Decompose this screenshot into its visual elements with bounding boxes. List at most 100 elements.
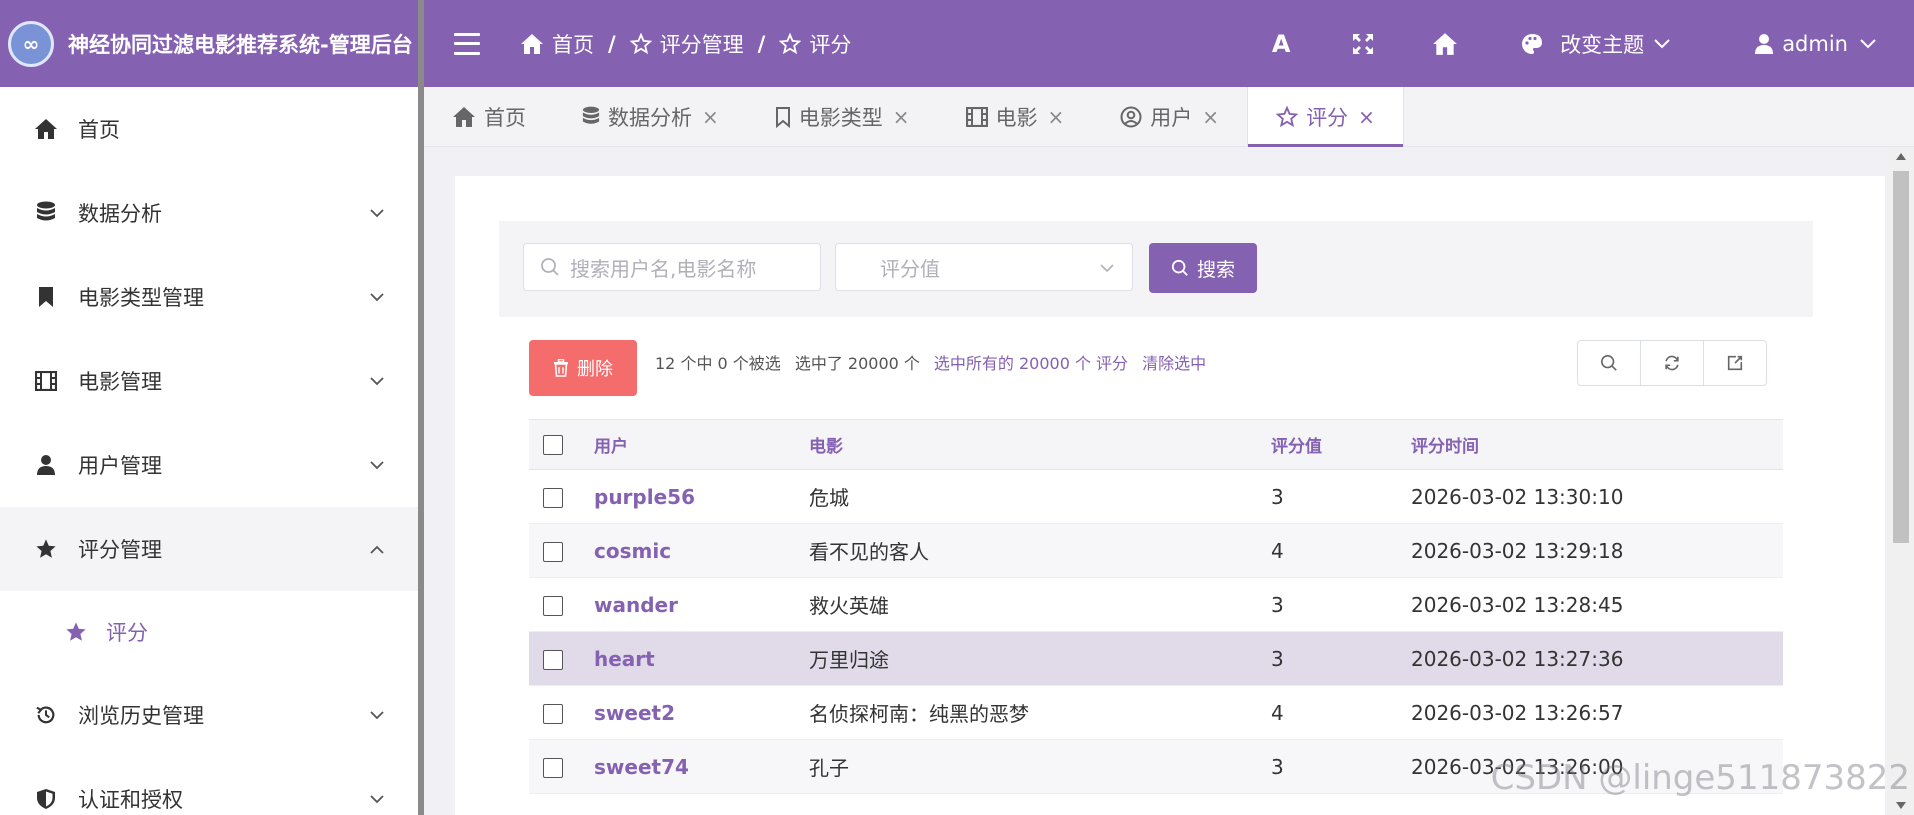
- star-outline-icon: [629, 32, 652, 54]
- sidebar-item-user[interactable]: 用户管理: [0, 423, 420, 507]
- toggle-search-button[interactable]: [1578, 341, 1641, 385]
- row-checkbox[interactable]: [543, 596, 563, 616]
- row-checkbox[interactable]: [543, 650, 563, 670]
- tab-home[interactable]: 首页: [424, 87, 554, 146]
- tab-label: 数据分析: [608, 105, 692, 130]
- cell-movie: 看不见的客人: [809, 523, 1271, 578]
- search-icon: [1171, 259, 1188, 276]
- menu-toggle-icon[interactable]: [454, 32, 480, 55]
- trash-icon: [554, 359, 568, 377]
- sidebar-item-rating[interactable]: 评分管理: [0, 507, 420, 591]
- column-header-movie[interactable]: 电影: [809, 419, 1271, 470]
- select-all-link[interactable]: 选中所有的 20000 个 评分: [934, 350, 1128, 374]
- sidebar-item-label: 用户管理: [78, 454, 162, 478]
- column-header-time[interactable]: 评分时间: [1411, 419, 1783, 470]
- font-size-button[interactable]: A: [1256, 19, 1306, 69]
- breadcrumb-rating: 评分: [779, 29, 851, 59]
- table-row[interactable]: cosmic 看不见的客人 4 2026-03-02 13:29:18: [529, 523, 1783, 578]
- filter-bar: 搜索用户名,电影名称 评分值 搜索: [499, 221, 1813, 317]
- user-link[interactable]: sweet2: [594, 701, 675, 725]
- sidebar-subitem-rating[interactable]: 评分: [0, 591, 420, 673]
- brand-header: ∞ 神经协同过滤电影推荐系统-管理后台: [0, 0, 420, 87]
- palette-icon: [1522, 33, 1543, 54]
- row-select-cell: [529, 685, 594, 740]
- tab-user[interactable]: 用户 ×: [1092, 87, 1247, 146]
- sidebar-item-movie-type[interactable]: 电影类型管理: [0, 255, 420, 339]
- close-icon[interactable]: ×: [1202, 105, 1219, 129]
- cell-score: 4: [1271, 685, 1411, 740]
- column-header-user[interactable]: 用户: [594, 419, 809, 470]
- fullscreen-button[interactable]: [1338, 19, 1388, 69]
- breadcrumb-label: 评分管理: [659, 32, 744, 57]
- tab-movie[interactable]: 电影 ×: [938, 87, 1093, 146]
- cell-movie: 孔子: [809, 739, 1271, 794]
- close-icon[interactable]: ×: [1358, 105, 1375, 129]
- bookmark-icon: [32, 283, 60, 311]
- database-icon: [32, 199, 60, 227]
- table-row[interactable]: wander 救火英雄 3 2026-03-02 13:28:45: [529, 577, 1783, 632]
- sidebar-item-history[interactable]: 浏览历史管理: [0, 673, 420, 757]
- table-row[interactable]: heart 万里归途 3 2026-03-02 13:27:36: [529, 631, 1783, 686]
- table-row[interactable]: purple56 危城 3 2026-03-02 13:30:10: [529, 469, 1783, 524]
- sidebar-subitem-label: 评分: [106, 621, 148, 645]
- clear-selection-link[interactable]: 清除选中: [1142, 350, 1206, 374]
- row-checkbox[interactable]: [543, 488, 563, 508]
- scroll-up-icon[interactable]: [1896, 153, 1906, 160]
- tab-rating[interactable]: 评分 ×: [1247, 87, 1404, 147]
- sidebar-item-label: 评分管理: [78, 538, 162, 562]
- home-button[interactable]: [1420, 19, 1470, 69]
- delete-button[interactable]: 删除: [529, 340, 637, 396]
- search-input[interactable]: 搜索用户名,电影名称: [523, 243, 821, 291]
- close-icon[interactable]: ×: [702, 105, 719, 129]
- breadcrumb-label: 首页: [552, 32, 594, 57]
- user-link[interactable]: heart: [594, 647, 655, 671]
- tab-data-analysis[interactable]: 数据分析 ×: [554, 87, 747, 146]
- user-icon: [1755, 33, 1774, 54]
- film-icon: [965, 106, 988, 127]
- star-outline-icon: [779, 32, 802, 54]
- chevron-down-icon: [1654, 38, 1670, 48]
- sidebar-item-auth[interactable]: 认证和授权: [0, 757, 420, 815]
- refresh-icon: [1665, 355, 1679, 371]
- row-checkbox[interactable]: [543, 542, 563, 562]
- user-icon: [32, 451, 60, 479]
- row-checkbox[interactable]: [543, 704, 563, 724]
- user-link[interactable]: wander: [594, 593, 678, 617]
- tab-bar: 首页 数据分析 × 电影类型 × 电影 × 用户 × 评分 ×: [424, 87, 1914, 147]
- chevron-down-icon: [1100, 264, 1114, 273]
- cell-score: 3: [1271, 631, 1411, 686]
- user-link[interactable]: purple56: [594, 485, 695, 509]
- tab-label: 用户: [1150, 105, 1193, 130]
- scroll-down-icon[interactable]: [1896, 802, 1906, 809]
- theme-dropdown[interactable]: 改变主题: [1520, 29, 1670, 59]
- column-header-score[interactable]: 评分值: [1271, 419, 1411, 470]
- refresh-button[interactable]: [1641, 341, 1704, 385]
- sidebar-item-home[interactable]: 首页: [0, 87, 420, 171]
- film-icon: [32, 367, 60, 395]
- selection-info: 12 个中 0 个被选 选中了 20000 个 选中所有的 20000 个 评分…: [655, 350, 1206, 374]
- scrollbar-thumb[interactable]: [1893, 171, 1909, 543]
- row-checkbox[interactable]: [543, 758, 563, 778]
- tab-movie-type[interactable]: 电影类型 ×: [747, 87, 938, 146]
- selected-total: 选中了 20000 个: [794, 354, 920, 373]
- rating-select[interactable]: 评分值: [835, 243, 1133, 291]
- cell-time: 2026-03-02 13:26:57: [1411, 685, 1783, 740]
- sidebar-item-data-analysis[interactable]: 数据分析: [0, 171, 420, 255]
- close-icon[interactable]: ×: [1048, 105, 1065, 129]
- sidebar-item-movie[interactable]: 电影管理: [0, 339, 420, 423]
- close-icon[interactable]: ×: [893, 105, 910, 129]
- column-settings-button[interactable]: [1704, 341, 1766, 385]
- cell-time: 2026-03-02 13:28:45: [1411, 577, 1783, 632]
- user-link[interactable]: sweet74: [594, 755, 689, 779]
- breadcrumb-home[interactable]: 首页: [520, 29, 594, 59]
- table-row[interactable]: sweet2 名侦探柯南：纯黑的恶梦 4 2026-03-02 13:26:57: [529, 685, 1783, 740]
- main-scrollbar[interactable]: [1888, 147, 1914, 815]
- user-dropdown[interactable]: admin: [1754, 32, 1876, 56]
- user-link[interactable]: cosmic: [594, 539, 671, 563]
- select-all-checkbox[interactable]: [543, 434, 563, 455]
- breadcrumb-rating-management[interactable]: 评分管理: [629, 29, 744, 59]
- cell-movie: 万里归途: [809, 631, 1271, 686]
- home-icon: [1433, 32, 1458, 55]
- search-icon: [1600, 354, 1617, 371]
- search-button[interactable]: 搜索: [1149, 243, 1257, 293]
